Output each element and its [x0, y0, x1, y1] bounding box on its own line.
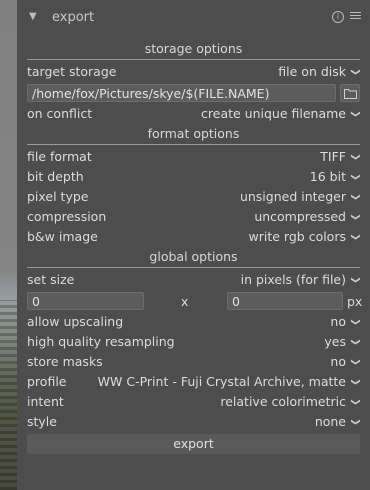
bit-depth-row[interactable]: bit depth 16 bit ❯ [27, 167, 360, 187]
menu-icon[interactable] [350, 10, 361, 22]
bit-depth-label: bit depth [27, 169, 84, 184]
bw-image-label: b&w image [27, 229, 98, 244]
chevron-down-icon: ❯ [350, 338, 361, 346]
hq-resampling-value[interactable]: yes [324, 332, 346, 352]
format-options-heading: format options [27, 126, 360, 145]
set-size-label: set size [27, 272, 75, 287]
chevron-down-icon: ❯ [350, 153, 361, 161]
chevron-down-icon: ❯ [350, 233, 361, 241]
chevron-down-icon: ❯ [350, 68, 361, 76]
intent-row[interactable]: intent relative colorimetric ❯ [27, 392, 360, 412]
target-storage-value[interactable]: file on disk [278, 62, 346, 82]
bw-image-value[interactable]: write rgb colors [249, 227, 346, 247]
chevron-down-icon: ❯ [350, 173, 361, 181]
target-storage-row[interactable]: target storage file on disk ❯ [27, 62, 360, 82]
store-masks-value[interactable]: no [330, 352, 346, 372]
height-input[interactable]: 0 [227, 292, 343, 310]
allow-upscaling-row[interactable]: allow upscaling no ❯ [27, 312, 360, 332]
compression-row[interactable]: compression uncompressed ❯ [27, 207, 360, 227]
on-conflict-value[interactable]: create unique filename [201, 104, 346, 124]
style-value[interactable]: none [315, 412, 346, 432]
store-masks-label: store masks [27, 354, 103, 369]
pixel-type-row[interactable]: pixel type unsigned integer ❯ [27, 187, 360, 207]
style-row[interactable]: style none ❯ [27, 412, 360, 432]
size-separator: x [181, 294, 189, 309]
set-size-row[interactable]: set size in pixels (for file) ❯ [27, 270, 360, 290]
file-format-row[interactable]: file format TIFF ❯ [27, 147, 360, 167]
profile-value[interactable]: WW C-Print - Fuji Crystal Archive, matte [98, 372, 346, 392]
module-header[interactable]: ▼ export i [17, 0, 370, 36]
collapse-triangle-icon[interactable]: ▼ [29, 11, 37, 22]
chevron-down-icon: ❯ [350, 110, 361, 118]
hq-resampling-label: high quality resampling [27, 334, 175, 349]
bit-depth-value[interactable]: 16 bit [310, 167, 346, 187]
compression-label: compression [27, 209, 107, 224]
chevron-down-icon: ❯ [350, 213, 361, 221]
set-size-value[interactable]: in pixels (for file) [241, 270, 346, 290]
intent-label: intent [27, 394, 64, 409]
on-conflict-label: on conflict [27, 106, 93, 121]
width-input[interactable]: 0 [27, 292, 144, 310]
chevron-down-icon: ❯ [350, 318, 361, 326]
compression-value[interactable]: uncompressed [254, 207, 346, 227]
hq-resampling-row[interactable]: high quality resampling yes ❯ [27, 332, 360, 352]
allow-upscaling-label: allow upscaling [27, 314, 124, 329]
target-storage-label: target storage [27, 64, 117, 79]
chevron-down-icon: ❯ [350, 418, 361, 426]
pixel-type-label: pixel type [27, 189, 89, 204]
chevron-down-icon: ❯ [350, 398, 361, 406]
store-masks-row[interactable]: store masks no ❯ [27, 352, 360, 372]
export-button[interactable]: export [27, 434, 360, 454]
chevron-down-icon: ❯ [350, 193, 361, 201]
intent-value[interactable]: relative colorimetric [220, 392, 346, 412]
chevron-down-icon: ❯ [350, 378, 361, 386]
export-module-panel: ▼ export i storage options target storag… [17, 0, 370, 490]
folder-icon[interactable] [340, 84, 360, 102]
style-label: style [27, 414, 57, 429]
bw-image-row[interactable]: b&w image write rgb colors ❯ [27, 227, 360, 247]
pixel-type-value[interactable]: unsigned integer [240, 187, 346, 207]
chevron-down-icon: ❯ [350, 276, 361, 284]
size-unit-label: px [347, 294, 363, 309]
global-options-heading: global options [27, 249, 360, 268]
profile-row[interactable]: profile WW C-Print - Fuji Crystal Archiv… [27, 372, 360, 392]
module-title: export [52, 10, 95, 25]
export-path-input[interactable]: /home/fox/Pictures/skye/$(FILE.NAME) [27, 84, 336, 102]
chevron-down-icon: ❯ [350, 358, 361, 366]
file-format-value[interactable]: TIFF [320, 147, 346, 167]
profile-label: profile [27, 374, 67, 389]
info-icon[interactable]: i [332, 11, 344, 23]
file-format-label: file format [27, 149, 92, 164]
allow-upscaling-value[interactable]: no [330, 312, 346, 332]
on-conflict-row[interactable]: on conflict create unique filename ❯ [27, 104, 360, 124]
storage-options-heading: storage options [27, 41, 360, 60]
